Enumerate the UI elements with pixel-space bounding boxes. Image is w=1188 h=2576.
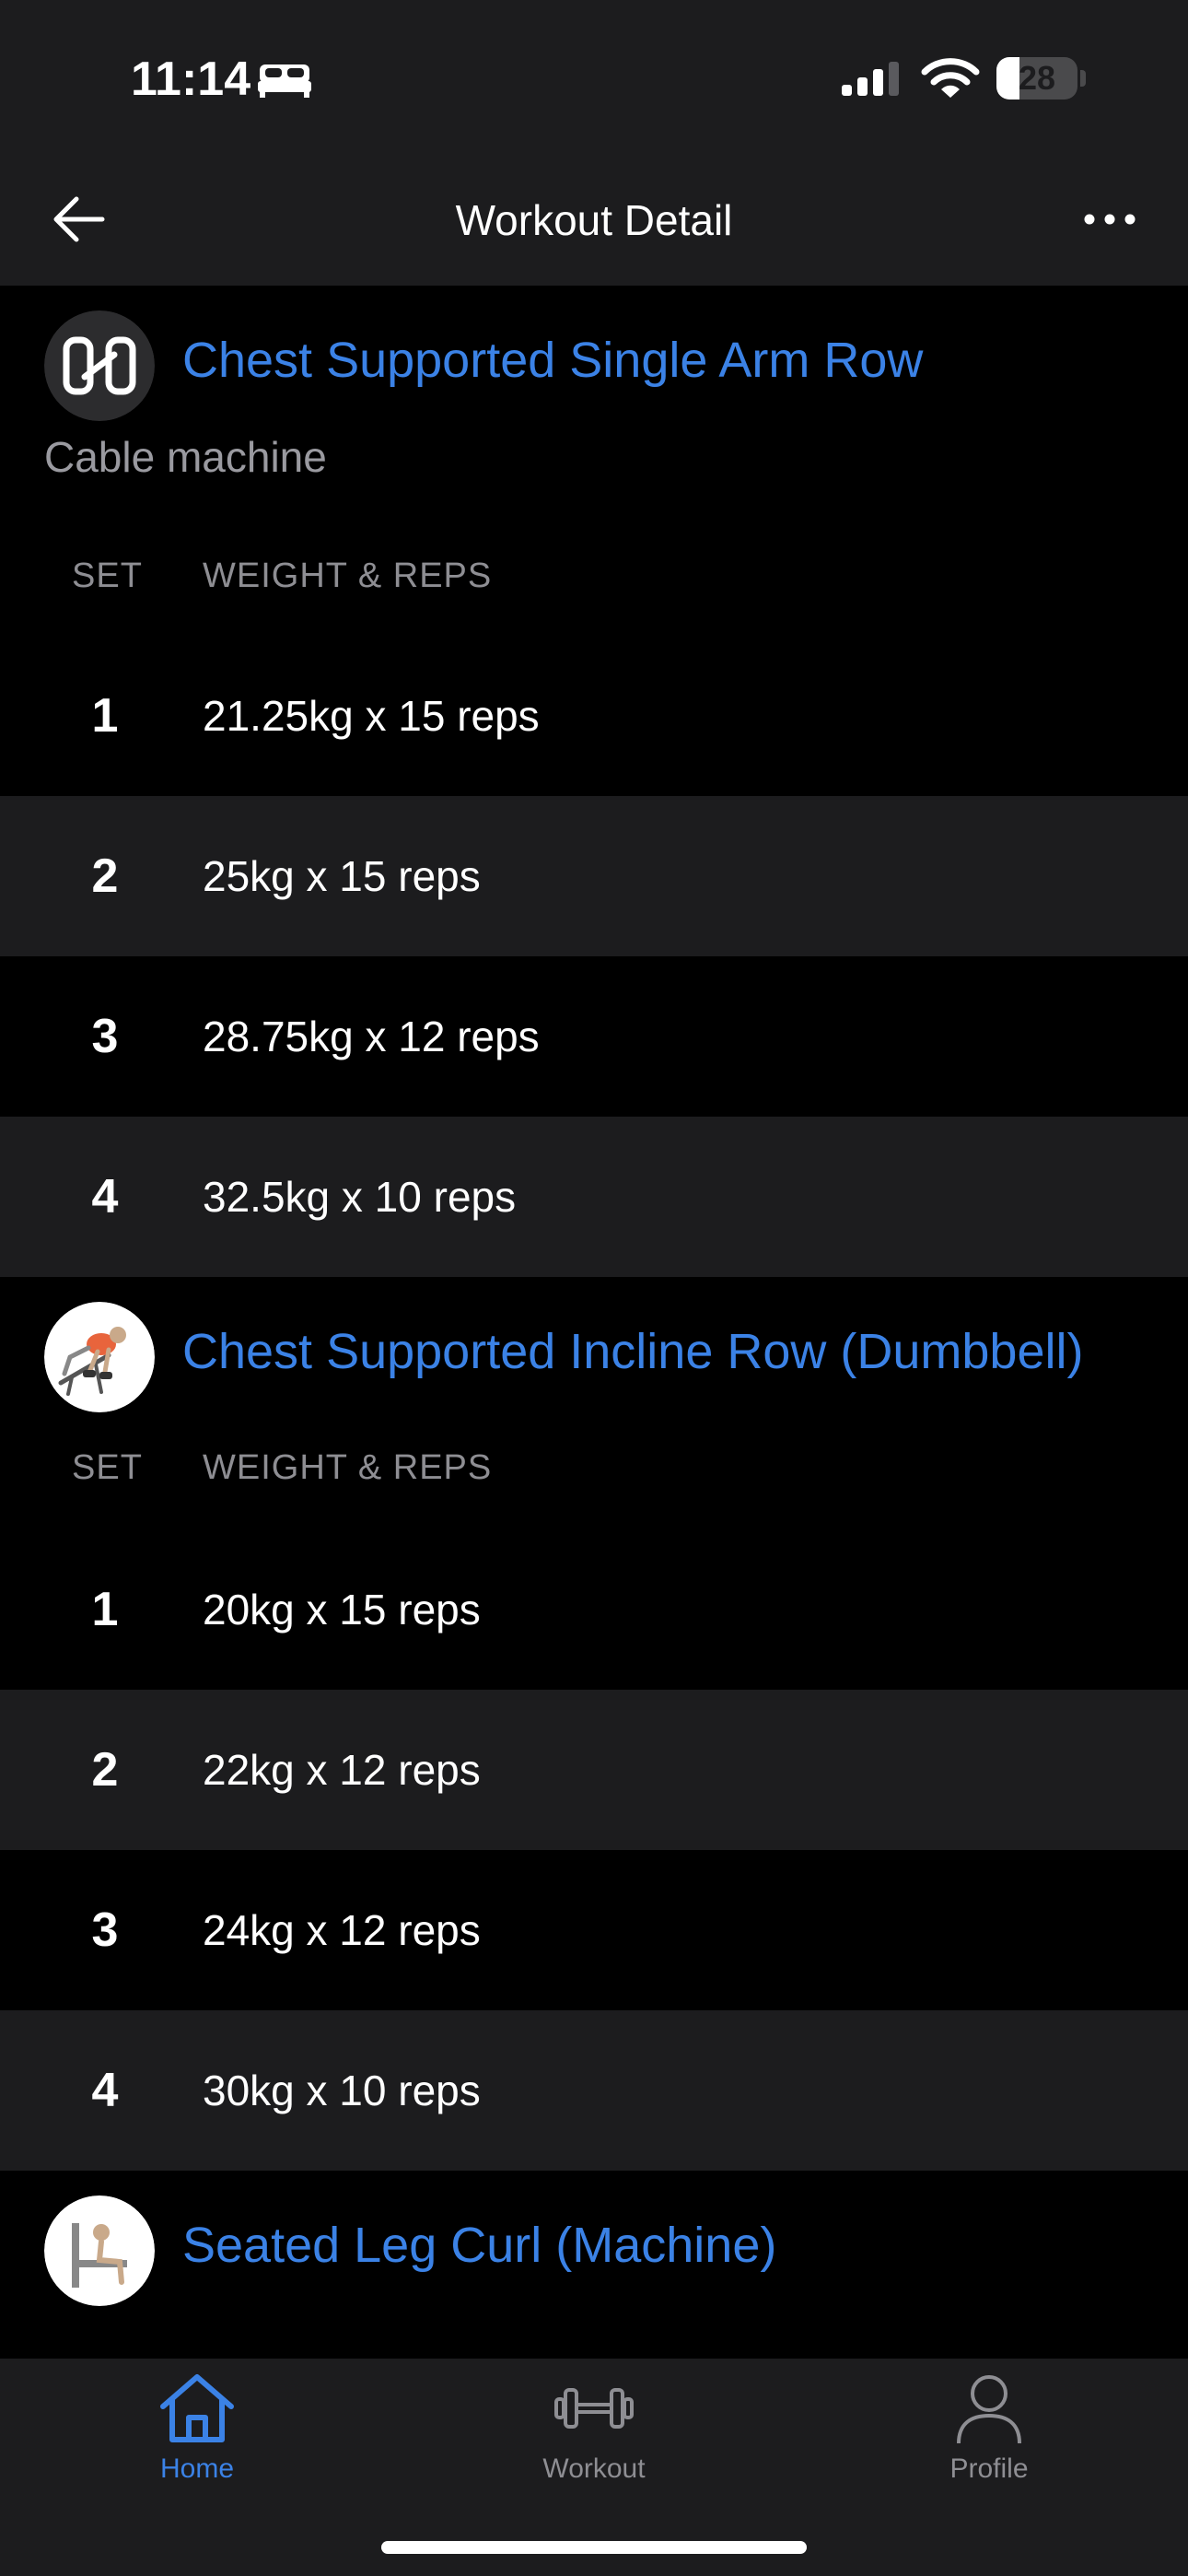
wifi-icon xyxy=(921,57,980,104)
set-weight-reps: 24kg x 12 reps xyxy=(203,1906,481,1954)
exercise-title[interactable]: Chest Supported Single Arm Row xyxy=(182,332,923,389)
exercise-title[interactable]: Seated Leg Curl (Machine) xyxy=(182,2217,776,2274)
set-column-header: SET xyxy=(72,1448,143,1487)
workout-detail-content[interactable]: Chest Supported Single Arm Row Cable mac… xyxy=(0,286,1188,2359)
more-options-button[interactable] xyxy=(1068,184,1151,258)
exercise-title[interactable]: Chest Supported Incline Row (Dumbbell) xyxy=(182,1323,1083,1380)
tab-profile-label: Profile xyxy=(949,2453,1029,2484)
set-row: 2 22kg x 12 reps xyxy=(0,1690,1188,1850)
set-weight-reps: 30kg x 10 reps xyxy=(203,2067,481,2114)
cellular-signal-icon xyxy=(840,61,903,102)
incline-row-illustration xyxy=(44,1302,155,1412)
set-number: 2 xyxy=(91,849,119,903)
exercise-header[interactable]: Chest Supported Single Arm Row xyxy=(0,286,1188,424)
set-number: 4 xyxy=(91,2064,119,2117)
battery-nub xyxy=(1080,70,1086,87)
set-row: 1 21.25kg x 15 reps xyxy=(0,636,1188,796)
tab-workout[interactable]: Workout xyxy=(493,2371,695,2510)
exercise-header[interactable]: Seated Leg Curl (Machine) xyxy=(0,2171,1188,2309)
exercise-equipment: Cable machine xyxy=(44,433,327,481)
more-horizontal-icon xyxy=(1082,212,1137,231)
exercise-card: Seated Leg Curl (Machine) xyxy=(0,2171,1188,2309)
set-number: 2 xyxy=(91,1743,119,1797)
status-bar: 11:14 28 xyxy=(0,0,1188,157)
home-indicator xyxy=(381,2541,807,2554)
set-row: 4 30kg x 10 reps xyxy=(0,2010,1188,2171)
tab-home-label: Home xyxy=(159,2453,235,2484)
battery-level: 28 xyxy=(1018,59,1056,97)
set-weight-reps: 22kg x 12 reps xyxy=(203,1746,481,1794)
set-number: 1 xyxy=(91,1583,119,1636)
set-number: 3 xyxy=(91,1010,119,1063)
set-weight-reps: 28.75kg x 12 reps xyxy=(203,1013,540,1060)
tab-profile[interactable]: Profile xyxy=(888,2371,1090,2510)
set-weight-reps: 32.5kg x 10 reps xyxy=(203,1173,517,1221)
nav-bar: Workout Detail xyxy=(0,157,1188,286)
set-row: 1 20kg x 15 reps xyxy=(0,1529,1188,1690)
set-row: 4 32.5kg x 10 reps xyxy=(0,1117,1188,1277)
set-number: 1 xyxy=(91,689,119,743)
set-weight-reps: 25kg x 15 reps xyxy=(203,852,481,900)
exercise-header[interactable]: Chest Supported Incline Row (Dumbbell) xyxy=(0,1277,1188,1421)
set-row: 2 25kg x 15 reps xyxy=(0,796,1188,956)
person-icon xyxy=(888,2371,1090,2450)
tab-home[interactable]: Home xyxy=(96,2371,298,2510)
page-title: Workout Detail xyxy=(455,196,733,244)
home-icon xyxy=(96,2371,298,2450)
set-weight-reps: 21.25kg x 15 reps xyxy=(203,692,540,740)
set-row: 3 28.75kg x 12 reps xyxy=(0,956,1188,1117)
set-number: 3 xyxy=(91,1903,119,1957)
weight-reps-column-header: WEIGHT & REPS xyxy=(203,1448,493,1487)
exercise-card: Chest Supported Single Arm Row Cable mac… xyxy=(0,286,1188,1277)
dumbbell-icon xyxy=(493,2371,695,2450)
sets-table-header: SET WEIGHT & REPS xyxy=(0,1421,1188,1529)
leg-curl-illustration xyxy=(44,2195,155,2306)
set-number: 4 xyxy=(91,1170,119,1224)
weight-reps-column-header: WEIGHT & REPS xyxy=(203,556,493,595)
set-weight-reps: 20kg x 15 reps xyxy=(203,1586,481,1633)
set-row: 3 24kg x 12 reps xyxy=(0,1850,1188,2010)
tab-workout-label: Workout xyxy=(542,2453,646,2484)
battery-icon: 28 xyxy=(996,57,1077,100)
bed-icon xyxy=(256,61,313,104)
exercise-card: Chest Supported Incline Row (Dumbbell) S… xyxy=(0,1277,1188,2171)
sets-table-header: SET WEIGHT & REPS xyxy=(0,507,1188,636)
hevy-logo-icon xyxy=(44,310,155,421)
set-column-header: SET xyxy=(72,556,143,595)
status-time: 11:14 xyxy=(131,53,251,106)
